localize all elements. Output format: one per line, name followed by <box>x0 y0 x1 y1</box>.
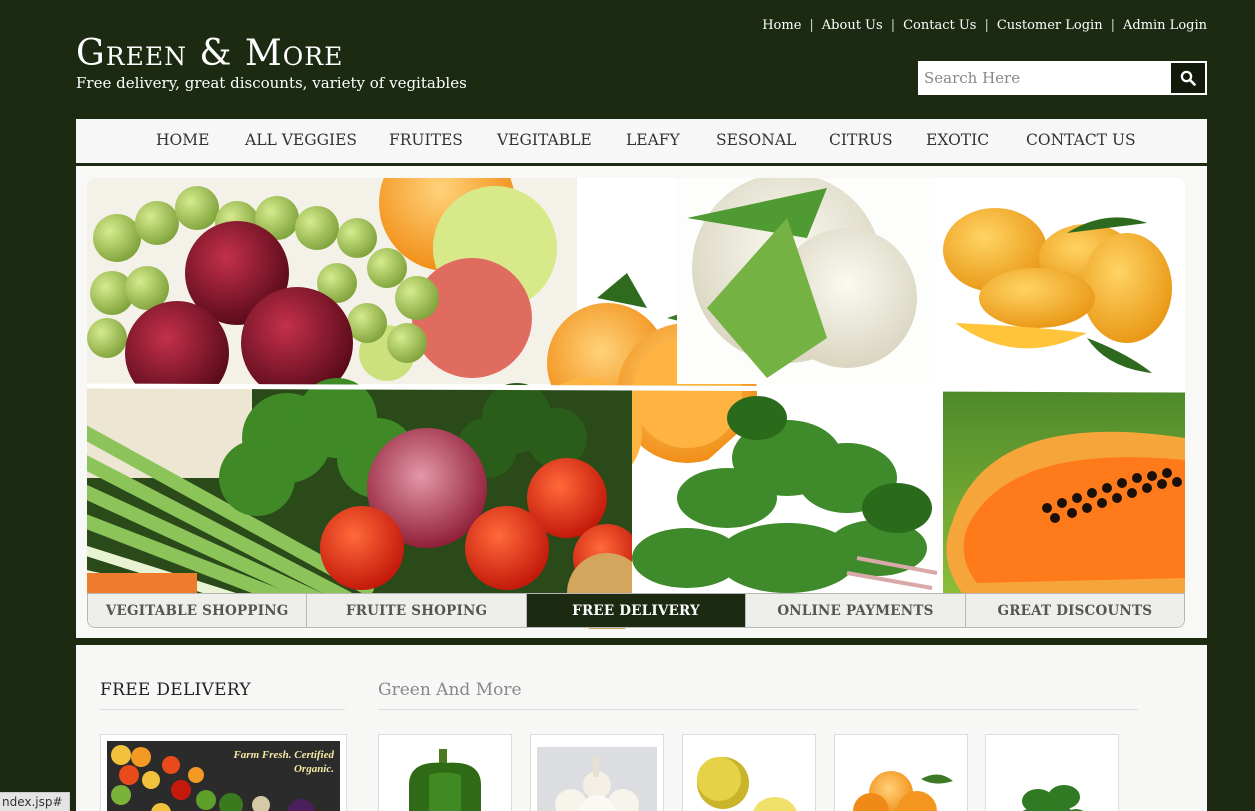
search-icon <box>1180 70 1196 86</box>
top-link-about[interactable]: About Us <box>822 18 883 33</box>
separator: | <box>984 18 989 33</box>
nav-item-exotic[interactable]: EXOTIC <box>926 131 989 149</box>
section-heading: Green And More <box>378 680 522 700</box>
site-title: Green & More <box>76 33 344 74</box>
nav-item-citrus[interactable]: CITRUS <box>829 131 893 149</box>
top-link-admin-login[interactable]: Admin Login <box>1123 18 1207 33</box>
page: Home | About Us | Contact Us | Customer … <box>0 0 1255 811</box>
banner-image[interactable] <box>87 178 1185 629</box>
search-box <box>918 61 1207 95</box>
tab-fruite-shoping[interactable]: FRUITE SHOPING <box>307 594 527 627</box>
separator: | <box>809 18 814 33</box>
nav-item-sesonal[interactable]: SESONAL <box>716 131 796 149</box>
top-link-home[interactable]: Home <box>762 18 801 33</box>
free-delivery-card[interactable]: Farm Fresh. Certified Organic. <box>100 734 347 811</box>
tab-online-payments[interactable]: ONLINE PAYMENTS <box>746 594 966 627</box>
lemon-image <box>683 735 815 811</box>
product-thumb-orange[interactable] <box>834 734 968 811</box>
top-link-customer-login[interactable]: Customer Login <box>997 18 1103 33</box>
browser-status-bar: ndex.jsp# <box>0 792 70 811</box>
free-delivery-heading: FREE DELIVERY <box>100 680 251 700</box>
product-thumb-lemon[interactable] <box>682 734 816 811</box>
site-logo[interactable]: Green & More Free delivery, great discou… <box>76 33 467 93</box>
top-link-contact[interactable]: Contact Us <box>903 18 976 33</box>
nav-item-contact-us[interactable]: CONTACT US <box>1026 131 1136 149</box>
separator: | <box>1110 18 1115 33</box>
garlic-image <box>531 735 663 811</box>
product-thumb-leafy-greens[interactable] <box>985 734 1119 811</box>
banner-tabs: VEGITABLE SHOPPING FRUITE SHOPING FREE D… <box>87 593 1185 628</box>
leafy-greens-image <box>986 735 1118 811</box>
green-pepper-image <box>379 735 511 811</box>
produce-collage-image <box>87 178 1185 629</box>
farm-fresh-caption: Farm Fresh. Certified Organic. <box>233 749 334 775</box>
separator: | <box>890 18 896 33</box>
divider <box>100 709 345 710</box>
banner-slider: VEGITABLE SHOPPING FRUITE SHOPING FREE D… <box>76 166 1207 638</box>
nav-item-leafy[interactable]: LEAFY <box>626 131 680 149</box>
nav-item-fruites[interactable]: FRUITES <box>389 131 463 149</box>
nav-item-all-veggies[interactable]: ALL VEGGIES <box>245 131 357 149</box>
tab-great-discounts[interactable]: GREAT DISCOUNTS <box>965 594 1184 627</box>
top-links: Home | About Us | Contact Us | Customer … <box>762 18 1207 33</box>
product-thumb-green-pepper[interactable] <box>378 734 512 811</box>
main-nav: HOME ALL VEGGIES FRUITES VEGITABLE LEAFY… <box>76 119 1207 166</box>
tab-free-delivery[interactable]: FREE DELIVERY <box>526 594 747 627</box>
product-thumb-garlic[interactable] <box>530 734 664 811</box>
nav-item-vegitable[interactable]: VEGITABLE <box>497 131 592 149</box>
site-tagline: Free delivery, great discounts, variety … <box>76 74 467 92</box>
tab-vegitable-shopping[interactable]: VEGITABLE SHOPPING <box>88 594 308 627</box>
search-button[interactable] <box>1168 61 1207 95</box>
orange-image <box>835 735 967 811</box>
nav-item-home[interactable]: HOME <box>156 131 209 149</box>
content-section: FREE DELIVERY Farm Fresh. Certified Orga… <box>76 645 1207 811</box>
search-input[interactable] <box>918 61 1169 95</box>
divider <box>378 709 1138 710</box>
